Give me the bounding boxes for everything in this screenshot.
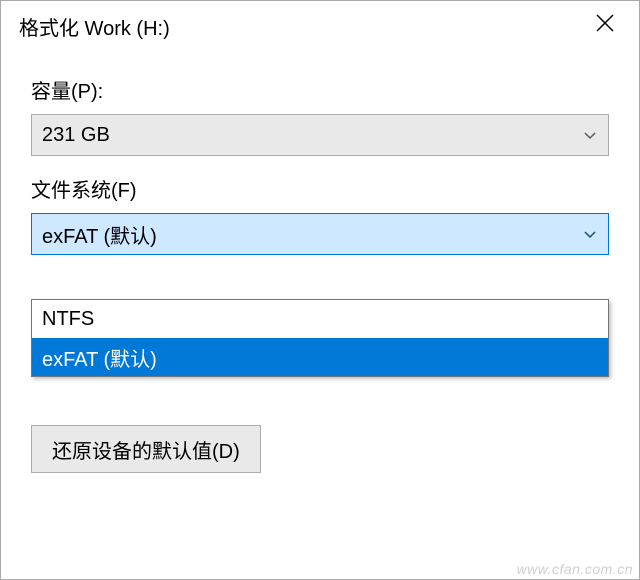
filesystem-option-exfat[interactable]: exFAT (默认) — [32, 338, 608, 376]
titlebar: 格式化 Work (H:) — [1, 1, 639, 51]
capacity-value: 231 GB — [42, 124, 110, 147]
chevron-down-icon — [582, 127, 598, 143]
dialog-title: 格式化 Work (H:) — [19, 12, 170, 41]
watermark: www.cfan.com.cn — [517, 561, 633, 577]
format-dialog: 格式化 Work (H:) 容量(P): 231 GB 文件系统(F) exFA… — [0, 0, 640, 580]
close-button[interactable] — [587, 8, 623, 44]
close-icon — [596, 14, 614, 38]
filesystem-combo[interactable]: exFAT (默认) — [31, 213, 609, 255]
filesystem-label: 文件系统(F) — [31, 174, 609, 203]
dialog-content: 容量(P): 231 GB 文件系统(F) exFAT (默认) 256 KB … — [1, 51, 639, 473]
filesystem-dropdown: NTFS exFAT (默认) — [31, 299, 609, 377]
chevron-down-icon — [582, 226, 598, 242]
filesystem-option-ntfs[interactable]: NTFS — [32, 300, 608, 338]
capacity-combo[interactable]: 231 GB — [31, 114, 609, 156]
filesystem-value: exFAT (默认) — [42, 220, 157, 249]
restore-defaults-button[interactable]: 还原设备的默认值(D) — [31, 425, 261, 473]
capacity-label: 容量(P): — [31, 75, 609, 104]
